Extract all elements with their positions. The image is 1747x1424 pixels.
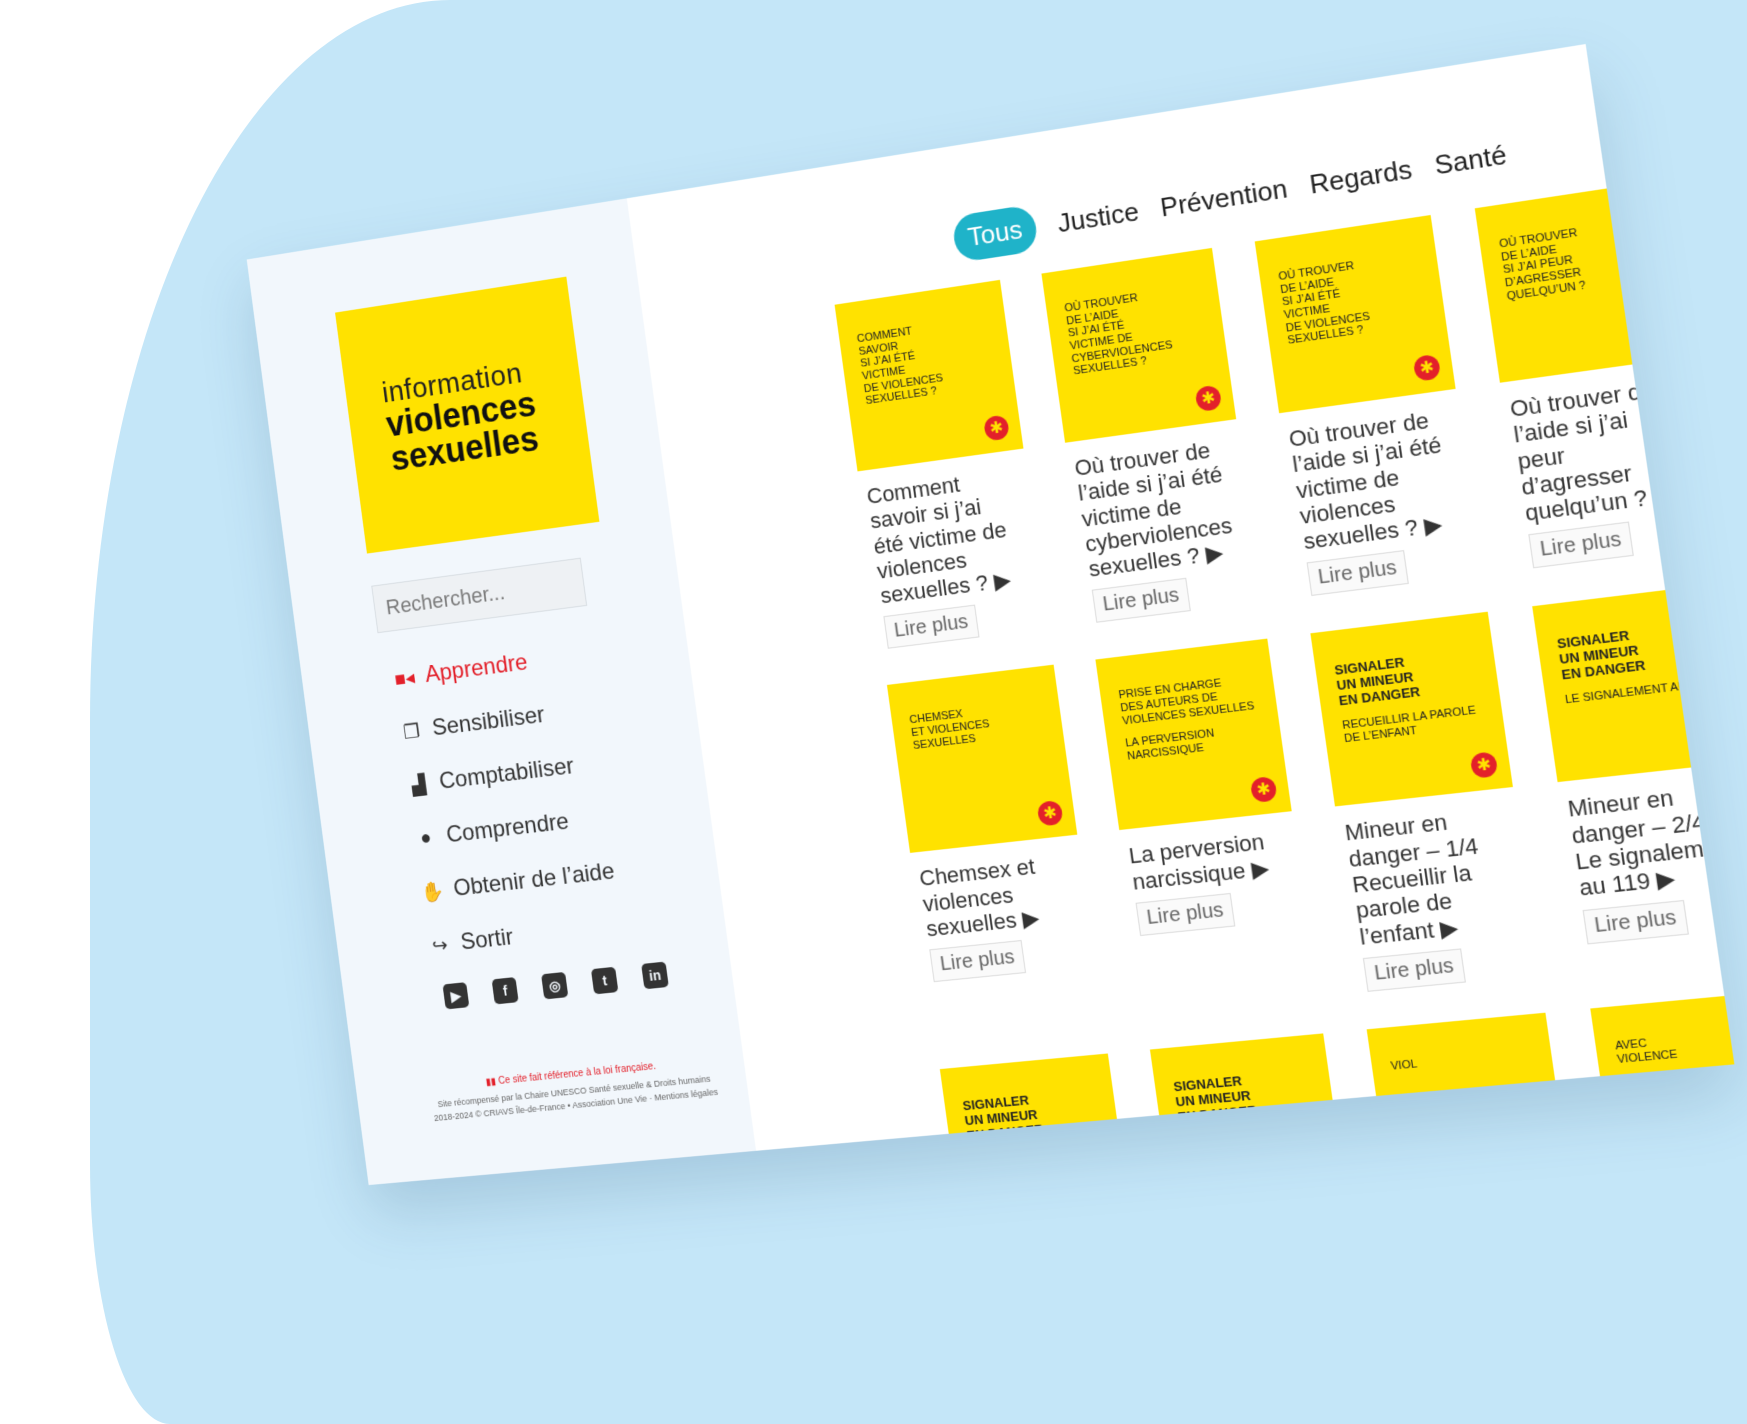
thumbnail-heading: AVEC VIOLENCE — [1614, 1037, 1679, 1066]
thumbnail-subheading: LA PERVERSION NARCISSIQUE — [1124, 727, 1216, 763]
article-card[interactable]: SIGNALER UN MINEUR EN DANGER RECUEILLIR LA … — [1310, 612, 1540, 992]
category-badge-icon: ✱ — [1412, 353, 1442, 382]
article-card[interactable]: OÙ TROUVER DE L’AIDE SI J’AI ÉTÉ VICTIME DE … — [1254, 214, 1483, 597]
filter-tab[interactable]: Justice — [1056, 196, 1141, 239]
filter-tab[interactable]: Regards — [1307, 154, 1413, 201]
facebook-icon[interactable]: f — [491, 977, 519, 1005]
read-more-button[interactable]: Lire plus — [1135, 893, 1235, 937]
category-badge-icon: ✱ — [983, 414, 1010, 442]
read-more-button[interactable]: Lire plus — [929, 940, 1026, 983]
search-input[interactable] — [371, 557, 588, 634]
article-title[interactable]: Comment savoir si j’ai été victime de vi… — [865, 464, 1029, 609]
bar-chart-icon: ▟ — [410, 773, 428, 797]
article-card[interactable]: OÙ TROUVER DE L’AIDE SI J’AI ÉTÉ VICTIME DE… — [1041, 247, 1262, 624]
read-more-button[interactable]: Lire plus — [1306, 550, 1409, 597]
thumbnail-heading: COMMENT SAVOIR SI J’AI ÉTÉ VICTIME DE VIOLEN… — [856, 325, 944, 408]
read-more-button[interactable]: Lire plus — [1091, 578, 1191, 624]
filter-tab[interactable]: Tous — [951, 203, 1040, 264]
article-thumbnail[interactable]: OÙ TROUVER DE L’AIDE SI J’AI ÉTÉ VICTIME DE… — [1041, 247, 1237, 443]
read-more-button[interactable]: Lire plus — [883, 605, 980, 650]
thumbnail-heading: PRISE EN CHARGE DES AUTEURS DE VIOLENCES S… — [1117, 677, 1256, 728]
sign-out-icon: ↪ — [431, 934, 450, 957]
filter-tab[interactable]: Prévention — [1158, 173, 1289, 224]
category-badge-icon: ✱ — [1469, 751, 1499, 780]
menu-item-label: Comptabiliser — [437, 752, 576, 795]
article-card[interactable]: CHEMSEX ET VIOLENCES SEXUELLES ✱ Chemsex et … — [887, 665, 1103, 1033]
article-card[interactable]: COMMENT SAVOIR SI J’AI ÉTÉ VICTIME DE VIOLEN… — [834, 279, 1049, 650]
read-more-button[interactable]: Lire plus — [1362, 948, 1466, 992]
article-thumbnail[interactable]: OÙ TROUVER DE L’AIDE SI J’AI ÉTÉ VICTIME DE … — [1254, 214, 1456, 414]
brain-icon: ● — [418, 826, 433, 849]
thumbnail-heading: OÙ TROUVER DE L’AIDE SI J’AI ÉTÉ VICTIME DE … — [1277, 259, 1371, 348]
twitter-icon[interactable]: t — [590, 966, 619, 995]
content-area: Tous Justice Prévention Regards Santé COMMEN… — [626, 44, 1735, 1151]
menu-item-label: Comprendre — [444, 808, 571, 849]
menu-item-label: Sensibiliser — [430, 701, 547, 742]
article-title[interactable]: Mineur en danger – 1/4 Recueillir la par… — [1343, 804, 1519, 950]
handshake-icon: ✋ — [420, 880, 446, 904]
thumbnail-heading: SIGNALERUN MINEUREN DANGER — [1333, 654, 1422, 709]
read-more-button[interactable]: Lire plus — [1528, 522, 1634, 569]
thumbnail-heading: VIOL — [1390, 1058, 1418, 1073]
category-badge-icon: ✱ — [1036, 800, 1064, 828]
article-thumbnail[interactable]: COMMENT SAVOIR SI J’AI ÉTÉ VICTIME DE VIOLEN… — [834, 279, 1024, 472]
site-footer: ▮▮ Ce site fait référence à la loi franç… — [419, 1055, 730, 1126]
category-badge-icon: ✱ — [1194, 384, 1223, 413]
thumbnail-heading: OÙ TROUVER DE L’AIDE SI J’AI ÉTÉ VICTIME DE… — [1063, 291, 1174, 378]
linkedin-icon[interactable]: in — [641, 961, 669, 990]
youtube-icon[interactable]: ▶ — [442, 982, 470, 1010]
article-card[interactable]: PRISE EN CHARGE DES AUTEURS DE VIOLENCES S… — [1095, 639, 1317, 1013]
thumbnail-subheading: RECUEILLIR LA PAROLE DE L’ENFANT — [1341, 704, 1477, 746]
instagram-icon[interactable]: ◎ — [541, 971, 569, 1000]
social-links: ▶ f ◎ t in — [442, 961, 669, 1010]
menu-item-label: Sortir — [459, 923, 515, 956]
article-thumbnail[interactable]: PRISE EN CHARGE DES AUTEURS DE VIOLENCES S… — [1095, 639, 1292, 831]
article-thumbnail[interactable]: SIGNALER UN MINEUR EN DANGER RECUEILLIR LA … — [1310, 612, 1513, 807]
article-title[interactable]: Où trouver de l’aide si j’ai été victime… — [1073, 435, 1242, 582]
article-grid: COMMENT SAVOIR SI J’AI ÉTÉ VICTIME DE VIOLEN… — [834, 181, 1735, 1151]
article-title[interactable]: La perversion narcissique ▶ — [1127, 827, 1286, 894]
menu-item-label: Apprendre — [423, 648, 530, 688]
read-more-button[interactable]: Lire plus — [1582, 899, 1689, 945]
menu-item-label: Obtenir de l’aide — [451, 857, 616, 902]
main-menu: ■◂ Apprendre ❐ Sensibiliser ▟ Comptabiliser ● C… — [389, 615, 727, 973]
site-logo[interactable]: information violences sexuelles — [335, 276, 600, 554]
category-badge-icon: ✱ — [1249, 776, 1278, 804]
thumbnail-heading: CHEMSEX ET VIOLENCES SEXUELLES — [908, 708, 991, 752]
article-thumbnail[interactable]: CHEMSEX ET VIOLENCES SEXUELLES ✱ — [887, 665, 1078, 854]
video-camera-icon: ■◂ — [393, 666, 416, 691]
article-title[interactable]: Chemsex et violences sexuelles ▶ — [918, 851, 1076, 942]
copy-icon: ❐ — [402, 720, 422, 744]
filter-tab[interactable]: Santé — [1432, 139, 1508, 182]
article-title[interactable]: Où trouver de l’aide si j’ai été victime… — [1287, 405, 1461, 555]
